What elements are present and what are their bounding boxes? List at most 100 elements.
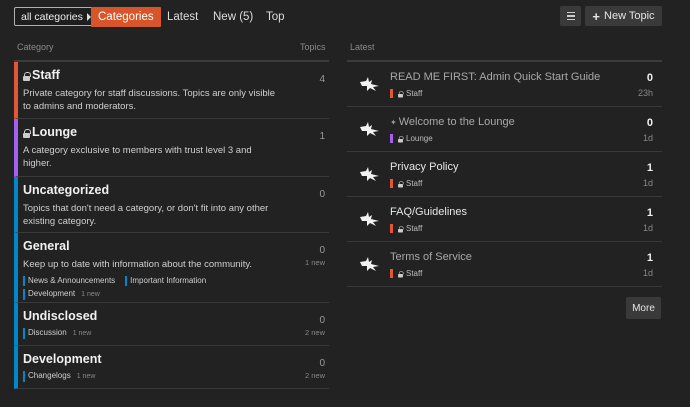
new-count[interactable]: 1 new xyxy=(305,258,325,267)
topic-title-text[interactable]: Welcome to the Lounge xyxy=(399,116,515,128)
new-count[interactable]: 2 new xyxy=(305,371,325,380)
topic-row[interactable]: ✦ Welcome to the Lounge Lounge 0 1d xyxy=(347,107,662,152)
reply-count[interactable]: 0 xyxy=(647,117,653,129)
subcategory-name[interactable]: Discussion xyxy=(28,328,67,337)
subcategory-list: Discussion 1 new xyxy=(23,328,283,339)
tab-categories[interactable]: Categories xyxy=(91,7,161,27)
topic-category-name: Staff xyxy=(406,269,423,278)
avatar[interactable] xyxy=(359,166,381,182)
topic-row[interactable]: READ ME FIRST: Admin Quick Start Guide St… xyxy=(347,62,662,107)
category-row-development[interactable]: Development Changelogs 1 new 0 2 new xyxy=(14,346,329,389)
topic-title[interactable]: Privacy Policy xyxy=(390,161,620,173)
plus-icon: + xyxy=(592,8,601,24)
category-title[interactable]: Lounge xyxy=(23,125,321,139)
topic-title[interactable]: READ ME FIRST: Admin Quick Start Guide xyxy=(390,71,620,83)
hamburger-icon xyxy=(566,12,575,14)
tab-new[interactable]: New (5) xyxy=(206,7,260,27)
topic-count: 0 xyxy=(319,189,325,200)
topic-age[interactable]: 1d xyxy=(643,223,653,233)
category-name[interactable]: Undisclosed xyxy=(23,309,97,323)
category-row-uncategorized[interactable]: Uncategorized Topics that don't need a c… xyxy=(14,177,329,233)
avatar[interactable] xyxy=(359,256,381,272)
topic-title[interactable]: Terms of Service xyxy=(390,251,620,263)
topic-title-text[interactable]: FAQ/Guidelines xyxy=(390,206,467,218)
category-title[interactable]: Development xyxy=(23,352,321,366)
lock-icon xyxy=(23,129,31,138)
subcategory-name[interactable]: Development xyxy=(28,289,75,298)
subcategory-list: News & Announcements Important Informati… xyxy=(23,275,283,300)
subcategory-name[interactable]: News & Announcements xyxy=(28,276,115,285)
category-row-undisclosed[interactable]: Undisclosed Discussion 1 new 0 2 new xyxy=(14,303,329,346)
latest-column-header: Latest xyxy=(350,42,375,52)
more-button[interactable]: More xyxy=(626,297,661,319)
avatar[interactable] xyxy=(359,211,381,227)
topic-title-text[interactable]: READ ME FIRST: Admin Quick Start Guide xyxy=(390,71,600,83)
subcategory-development[interactable]: Development 1 new xyxy=(23,288,100,300)
topic-title[interactable]: FAQ/Guidelines xyxy=(390,206,620,218)
category-name[interactable]: Lounge xyxy=(32,125,77,139)
topic-category-badge[interactable]: Lounge xyxy=(390,134,433,143)
topic-category-badge[interactable]: Staff xyxy=(390,269,422,278)
lock-icon xyxy=(398,135,404,143)
topic-age[interactable]: 1d xyxy=(643,268,653,278)
hamburger-icon-line xyxy=(566,15,575,17)
topic-age[interactable]: 1d xyxy=(643,178,653,188)
subcategory-important-information[interactable]: Important Information xyxy=(125,275,206,286)
subcategory-news-announcements[interactable]: News & Announcements xyxy=(23,275,115,286)
menu-button[interactable] xyxy=(560,6,581,26)
category-color-bar xyxy=(390,134,393,143)
topic-category-name: Staff xyxy=(406,89,423,98)
reply-count[interactable]: 1 xyxy=(647,162,653,174)
topic-title-text[interactable]: Terms of Service xyxy=(390,251,472,263)
category-name[interactable]: General xyxy=(23,239,70,253)
category-row-staff[interactable]: Staff Private category for staff discuss… xyxy=(14,62,329,119)
hamburger-icon-line xyxy=(566,18,575,20)
latest-topics-list: READ ME FIRST: Admin Quick Start Guide St… xyxy=(347,60,662,287)
new-count[interactable]: 2 new xyxy=(305,328,325,337)
category-name[interactable]: Uncategorized xyxy=(23,183,109,197)
topic-category-badge[interactable]: Staff xyxy=(390,224,422,233)
category-row-lounge[interactable]: Lounge A category exclusive to members w… xyxy=(14,119,329,177)
subcategory-name[interactable]: Changelogs xyxy=(28,371,71,380)
category-title[interactable]: Uncategorized xyxy=(23,183,321,197)
category-color-bar xyxy=(390,224,393,233)
subcategory-discussion[interactable]: Discussion 1 new xyxy=(23,328,91,339)
new-topic-button[interactable]: + New Topic xyxy=(585,6,662,26)
topic-title[interactable]: ✦ Welcome to the Lounge xyxy=(390,116,620,128)
categories-list: Staff Private category for staff discuss… xyxy=(14,60,329,389)
reply-count[interactable]: 0 xyxy=(647,72,653,84)
topic-category-badge[interactable]: Staff xyxy=(390,179,422,188)
category-description: Private category for staff discussions. … xyxy=(23,88,276,112)
category-column-header: Category xyxy=(17,42,54,52)
category-description: Keep up to date with information about t… xyxy=(23,259,253,270)
top-nav: all categories Categories Latest New (5)… xyxy=(14,6,662,28)
category-title[interactable]: Staff xyxy=(23,68,321,82)
topic-count: 0 xyxy=(319,315,325,326)
reply-count[interactable]: 1 xyxy=(647,207,653,219)
category-row-general[interactable]: General Keep up to date with information… xyxy=(14,233,329,303)
avatar[interactable] xyxy=(359,76,381,92)
topic-age[interactable]: 1d xyxy=(643,133,653,143)
category-name[interactable]: Staff xyxy=(32,68,60,82)
topic-count: 0 xyxy=(319,245,325,256)
topic-row[interactable]: FAQ/Guidelines Staff 1 1d xyxy=(347,197,662,242)
category-title[interactable]: General xyxy=(23,239,321,253)
category-color-bar xyxy=(390,179,393,188)
category-title[interactable]: Undisclosed xyxy=(23,309,321,323)
topic-title-text[interactable]: Privacy Policy xyxy=(390,161,458,173)
tab-top[interactable]: Top xyxy=(259,7,292,27)
topic-row[interactable]: Terms of Service Staff 1 1d xyxy=(347,242,662,287)
category-color-bar xyxy=(390,89,393,98)
subcategory-name[interactable]: Important Information xyxy=(130,276,206,285)
topic-age[interactable]: 23h xyxy=(638,88,653,98)
category-name[interactable]: Development xyxy=(23,352,102,366)
reply-count[interactable]: 1 xyxy=(647,252,653,264)
topic-category-name: Staff xyxy=(406,179,423,188)
subcategory-new-count: 1 new xyxy=(81,290,100,298)
topic-row[interactable]: Privacy Policy Staff 1 1d xyxy=(347,152,662,197)
subcategory-changelogs[interactable]: Changelogs 1 new xyxy=(23,371,95,382)
category-dropdown[interactable]: all categories xyxy=(14,7,98,26)
topic-category-badge[interactable]: Staff xyxy=(390,89,422,98)
avatar[interactable] xyxy=(359,121,381,137)
tab-latest[interactable]: Latest xyxy=(160,7,205,27)
